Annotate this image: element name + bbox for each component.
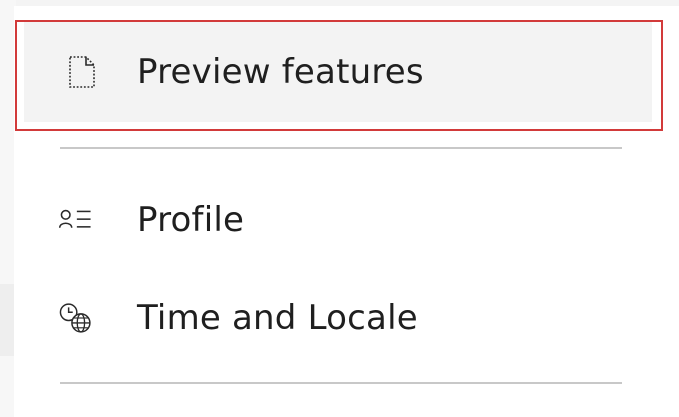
profile-icon: [58, 202, 94, 238]
preview-features-icon: [64, 54, 100, 90]
menu-item-time-and-locale[interactable]: Time and Locale: [24, 270, 652, 366]
menu-divider: [60, 147, 622, 149]
menu-item-label: Profile: [137, 200, 245, 240]
menu-item-profile[interactable]: Profile: [24, 172, 652, 268]
menu-item-preview-features[interactable]: Preview features: [24, 22, 652, 122]
menu-item-label: Time and Locale: [137, 298, 418, 338]
menu-divider: [60, 382, 622, 384]
settings-menu-page: Preview features Profile Time and Locale: [0, 0, 679, 417]
menu-item-label: Preview features: [137, 52, 424, 92]
time-locale-icon: [58, 300, 94, 336]
